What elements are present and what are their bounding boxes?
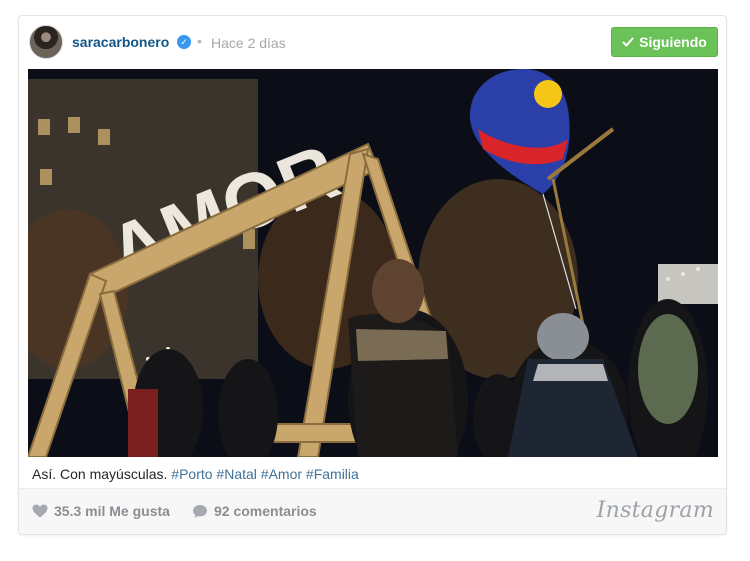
hashtag-link[interactable]: #Natal (216, 466, 256, 482)
hashtag-link[interactable]: #Familia (306, 466, 359, 482)
comments-count[interactable]: 92 comentarios (192, 503, 317, 519)
hashtag-link[interactable]: #Porto (171, 466, 212, 482)
instagram-embed-card: saracarbonero ✓ • Hace 2 días Siguiendo (18, 15, 727, 535)
instagram-logo[interactable]: Instagram (597, 498, 714, 523)
caption-text: Así. Con mayúsculas. (32, 466, 168, 482)
check-icon (622, 37, 634, 47)
heart-icon (32, 504, 48, 518)
post-timestamp[interactable]: Hace 2 días (211, 35, 286, 51)
post-photo[interactable]: AMOR (28, 69, 718, 457)
likes-label: 35.3 mil Me gusta (54, 503, 170, 519)
comment-bubble-icon (193, 504, 207, 518)
separator-dot: • (197, 33, 202, 49)
following-button[interactable]: Siguiendo (611, 27, 718, 57)
likes-count[interactable]: 35.3 mil Me gusta (32, 503, 170, 519)
comments-label: 92 comentarios (214, 503, 317, 519)
hashtag-link[interactable]: #Amor (261, 466, 302, 482)
username-link[interactable]: saracarbonero (72, 34, 169, 50)
post-caption: Así. Con mayúsculas. #Porto #Natal #Amor… (32, 466, 359, 482)
post-header: saracarbonero ✓ • Hace 2 días Siguiendo (19, 16, 726, 69)
post-footer: 35.3 mil Me gusta 92 comentarios Instagr… (19, 488, 726, 534)
following-label: Siguiendo (639, 34, 707, 50)
user-avatar[interactable] (29, 25, 63, 59)
verified-check-icon: ✓ (177, 35, 191, 49)
